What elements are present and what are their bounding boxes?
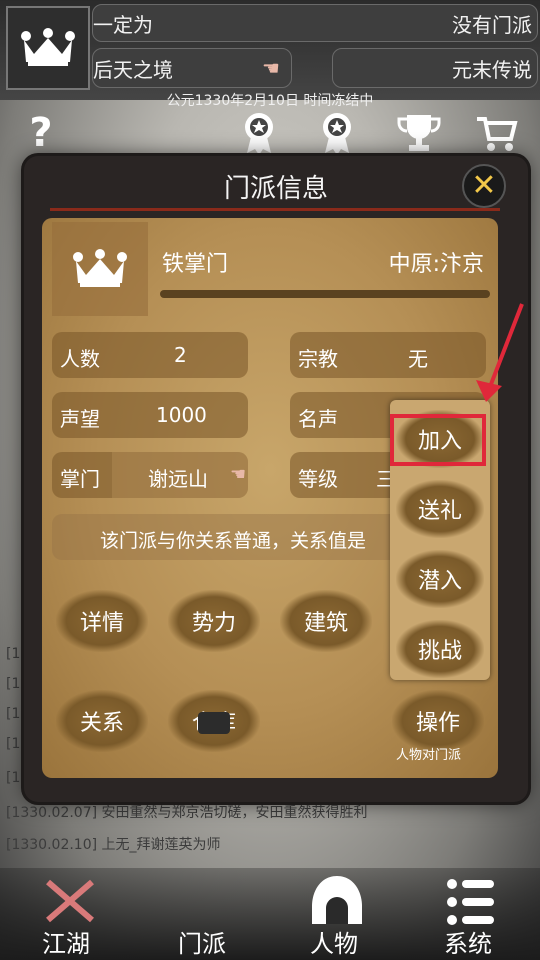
realm-label: 后天之境 [93,58,173,82]
religion-value: 无 [408,347,428,371]
nav-label: 门派 [178,930,226,958]
medal-icon[interactable] [236,110,282,156]
crossed-swords-icon [46,879,94,923]
gift-button[interactable]: 送礼 [396,480,484,538]
nav-jianghu[interactable]: 江湖 [30,872,110,960]
player-avatar[interactable] [6,6,90,90]
crown-icon [73,249,127,287]
infiltrate-button[interactable]: 潜入 [396,550,484,608]
cart-icon[interactable] [474,110,520,156]
prestige-value: 1000 [156,403,207,427]
dialog-title: 门派信息 [223,174,328,204]
fame-label: 名声 [298,407,338,431]
building-button[interactable]: 建筑 [280,590,372,652]
nav-label: 人物 [310,930,358,958]
crown-icon [21,28,75,66]
lock-icon [198,712,230,734]
operate-note: 人物对门派 [396,748,462,763]
trophy-icon[interactable] [396,110,442,156]
pointer-arrow [476,303,524,402]
brush-stroke [160,290,490,298]
members-label: 人数 [60,347,100,371]
player-name: 一定为 [93,13,153,37]
close-icon: ✕ [471,168,497,203]
title-divider [50,208,500,211]
nav-character[interactable]: 人物 [298,872,378,960]
nav-label: 江湖 [42,930,90,958]
log-entry: [1330.02.10] 上无_拜谢莲英为师 [6,837,221,853]
leader-value: 谢远山 [148,467,208,491]
nav-system[interactable]: 系统 [432,872,512,960]
prestige-label: 声望 [60,407,100,431]
operate-button[interactable]: 操作 [392,690,484,752]
highlight-box [390,414,486,466]
details-button[interactable]: 详情 [56,590,148,652]
members-value: 2 [174,343,187,367]
gate-icon [176,880,236,924]
relation-button[interactable]: 关系 [56,690,148,752]
nav-sect[interactable]: 门派 [166,872,246,960]
date-line: 公元1330年2月10日 时间冻结中 [166,93,374,109]
hand-pointer-icon: ☚ [262,56,280,80]
question-icon[interactable]: ? [18,110,64,156]
close-button[interactable]: ✕ [462,164,506,208]
relation-text: 该门派与你关系普通，关系值是 [100,530,367,552]
hand-pointer-icon: ☚ [230,464,247,485]
challenge-button[interactable]: 挑战 [396,620,484,678]
medal-icon[interactable] [314,110,360,156]
person-icon [312,876,362,924]
sect-name: 铁掌门 [162,252,229,277]
religion-label: 宗教 [298,347,338,371]
sect-status: 没有门派 [452,13,532,37]
nav-label: 系统 [444,930,492,958]
sect-emblem [52,222,148,316]
log-entry: [1330.02.07] 安田重然与郑京浩切磋，安田重然获得胜利 [6,805,368,821]
level-label: 等级 [298,467,338,491]
sect-location: 中原:汴京 [388,252,484,277]
list-icon [447,879,494,925]
leader-label: 掌门 [60,467,100,491]
player-title: 元末传说 [452,58,532,82]
power-button[interactable]: 势力 [168,590,260,652]
